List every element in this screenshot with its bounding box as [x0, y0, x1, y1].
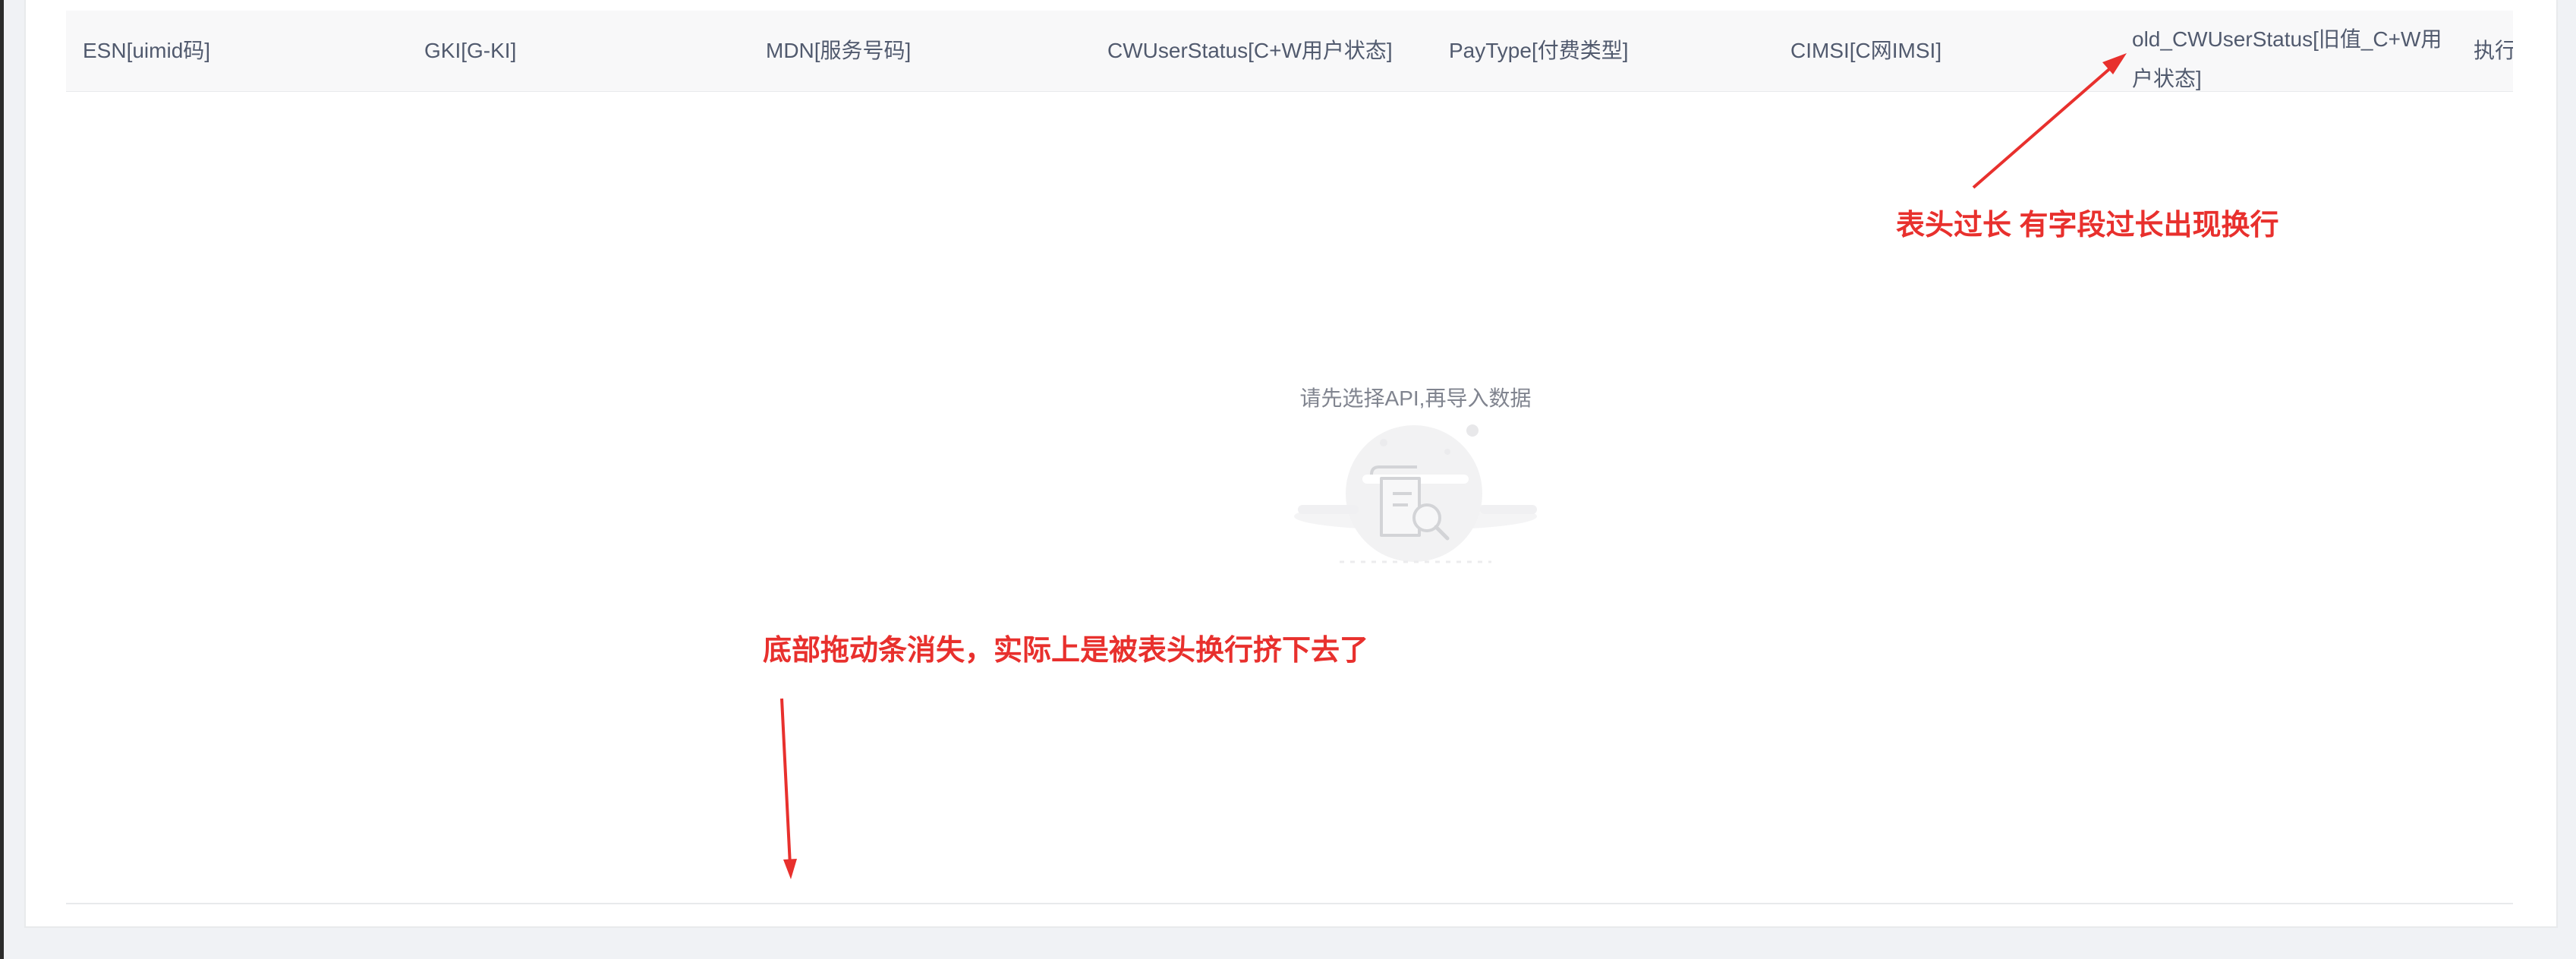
annotation-scrollbar-missing: 底部拖动条消失，实际上是被表头换行挤下去了	[763, 635, 1369, 667]
column-header-label: MDN[服务号码]	[766, 39, 912, 62]
column-header-label: PayType[付费类型]	[1449, 39, 1629, 62]
column-header-label: 执行	[2474, 39, 2513, 62]
column-header-execute[interactable]: 执行	[2457, 11, 2513, 91]
column-header-mdn[interactable]: MDN[服务号码]	[749, 11, 1091, 91]
column-header-label: CWUserStatus[C+W用户状态]	[1107, 39, 1393, 62]
column-header-label: ESN[uimid码]	[83, 39, 211, 62]
column-header-cwuserstatus[interactable]: CWUserStatus[C+W用户状态]	[1091, 11, 1432, 91]
column-header-label: old_CWUserStatus[旧值_C+W用户状态]	[2132, 27, 2442, 90]
column-header-esn[interactable]: ESN[uimid码]	[66, 11, 408, 91]
annotation-header-wrap: 表头过长 有字段过长出现换行	[1896, 210, 2279, 241]
column-header-paytype[interactable]: PayType[付费类型]	[1432, 11, 1774, 91]
empty-document-search-icon	[1294, 424, 1537, 563]
table-bottom-border	[66, 903, 2513, 904]
column-header-gki[interactable]: GKI[G-KI]	[408, 11, 749, 91]
column-header-label: CIMSI[C网IMSI]	[1790, 39, 1942, 62]
column-header-label: GKI[G-KI]	[424, 39, 517, 62]
table-header: ESN[uimid码] GKI[G-KI] MDN[服务号码] CWUserSt…	[66, 11, 2513, 92]
column-header-old-cwuserstatus[interactable]: old_CWUserStatus[旧值_C+W用户状态]	[2115, 11, 2457, 91]
empty-state-text: 请先选择API,再导入数据	[1299, 386, 1532, 410]
column-header-cimsi[interactable]: CIMSI[C网IMSI]	[1774, 11, 2115, 91]
window-edge	[0, 0, 4, 959]
